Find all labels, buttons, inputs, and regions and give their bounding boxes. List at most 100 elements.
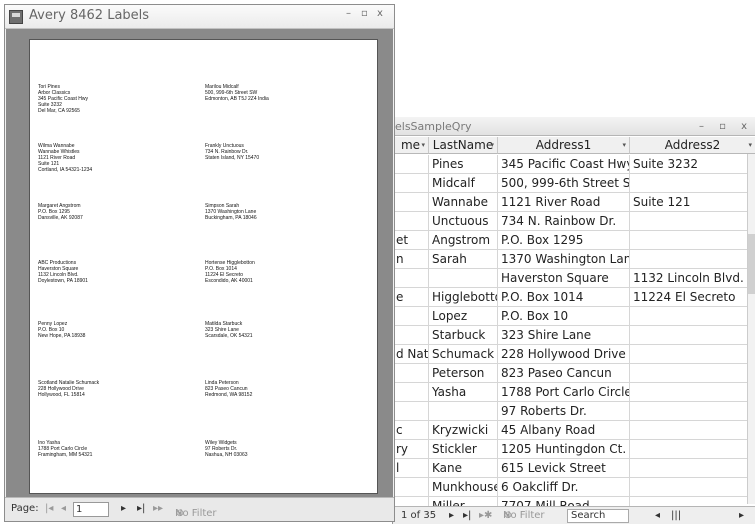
table-cell[interactable]	[630, 478, 755, 497]
first-page-button[interactable]: |◂	[45, 503, 53, 514]
table-cell[interactable]	[630, 364, 755, 383]
table-cell[interactable]	[630, 383, 755, 402]
table-row[interactable]: Haverston Square 1132 Lincoln Blvd.	[393, 269, 755, 288]
table-cell[interactable]	[393, 383, 429, 402]
table-cell[interactable]: P.O. Box 1014	[498, 288, 630, 307]
table-cell[interactable]: P.O. Box 1295	[498, 231, 630, 250]
table-row[interactable]: Wannabe 1121 River Road Suite 121	[393, 193, 755, 212]
table-row[interactable]: d NataSchumack228 Hollywood Drive	[393, 345, 755, 364]
table-cell[interactable]	[393, 402, 429, 421]
next-page-button[interactable]: ▸	[121, 503, 126, 514]
table-cell[interactable]: Kane	[429, 459, 498, 478]
scroll-left-button[interactable]: ◂	[655, 507, 660, 524]
new-record-button[interactable]: ▸✱	[479, 507, 492, 524]
table-cell[interactable]: 1788 Port Carlo Circle	[498, 383, 630, 402]
table-row[interactable]: Yasha 1788 Port Carlo Circle	[393, 383, 755, 402]
table-cell[interactable]	[630, 440, 755, 459]
table-cell[interactable]	[630, 307, 755, 326]
chevron-down-icon[interactable]: ▾	[421, 137, 425, 153]
scroll-right-button[interactable]: ▸	[739, 507, 744, 524]
horizontal-scrollbar-thumb[interactable]: |||	[671, 507, 681, 524]
table-cell[interactable]: 1132 Lincoln Blvd.	[630, 269, 755, 288]
table-cell[interactable]: l	[393, 459, 429, 478]
record-counter[interactable]: 1 of 35	[401, 507, 436, 524]
table-cell[interactable]: Suite 121	[630, 193, 755, 212]
table-cell[interactable]: et	[393, 231, 429, 250]
table-cell[interactable]	[630, 345, 755, 364]
table-row[interactable]: Peterson 823 Paseo Cancun	[393, 364, 755, 383]
table-cell[interactable]: 615 Levick Street	[498, 459, 630, 478]
table-row[interactable]: Unctuous 734 N. Rainbow Dr.	[393, 212, 755, 231]
table-cell[interactable]	[630, 250, 755, 269]
table-cell[interactable]	[429, 402, 498, 421]
table-row[interactable]: n Sarah 1370 Washington Lane	[393, 250, 755, 269]
table-cell[interactable]: Angstrom	[429, 231, 498, 250]
table-cell[interactable]	[393, 212, 429, 231]
preview-titlebar[interactable]: Avery 8462 Labels – ▫ x	[5, 5, 394, 29]
table-row[interactable]: 97 Roberts Dr.	[393, 402, 755, 421]
close-button[interactable]: x	[377, 8, 383, 19]
table-cell[interactable]: 6 Oakcliff Dr.	[498, 478, 630, 497]
table-row[interactable]: Munkhousen6 Oakcliff Dr.	[393, 478, 755, 497]
table-cell[interactable]: Peterson	[429, 364, 498, 383]
query-window-controls[interactable]: – ▫ x	[699, 117, 753, 136]
column-header-lastname[interactable]: LastName ▾	[429, 137, 498, 154]
table-cell[interactable]: c	[393, 421, 429, 440]
table-cell[interactable]	[393, 155, 429, 174]
column-header-firstname[interactable]: me ▾	[393, 137, 429, 154]
table-cell[interactable]: Kryzwicki	[429, 421, 498, 440]
vertical-scrollbar[interactable]	[747, 154, 755, 504]
table-cell[interactable]	[630, 174, 755, 193]
table-cell[interactable]: 500, 999-6th Street SW	[498, 174, 630, 193]
table-row[interactable]: eHigglebottonP.O. Box 101411224 El Secre…	[393, 288, 755, 307]
last-page-button[interactable]: ▸|	[137, 503, 145, 514]
previous-page-button[interactable]: ◂	[61, 503, 66, 514]
last-record-button[interactable]: ▸|	[463, 507, 471, 524]
table-cell[interactable]: 45 Albany Road	[498, 421, 630, 440]
table-cell[interactable]: n	[393, 250, 429, 269]
table-cell[interactable]: Schumack	[429, 345, 498, 364]
table-cell[interactable]: Higglebotton	[429, 288, 498, 307]
table-cell[interactable]: Haverston Square	[498, 269, 630, 288]
table-cell[interactable]: Unctuous	[429, 212, 498, 231]
table-cell[interactable]	[630, 459, 755, 478]
table-cell[interactable]: Yasha	[429, 383, 498, 402]
table-cell[interactable]: Starbuck	[429, 326, 498, 345]
table-cell[interactable]	[393, 478, 429, 497]
table-row[interactable]: Pines 345 Pacific Coast Hwy Suite 3232	[393, 155, 755, 174]
table-row[interactable]: Midcalf 500, 999-6th Street SW	[393, 174, 755, 193]
table-cell[interactable]	[429, 269, 498, 288]
column-header-address2[interactable]: Address2 ▾	[630, 137, 755, 154]
table-cell[interactable]: 323 Shire Lane	[498, 326, 630, 345]
extra-nav-button[interactable]: ▸▸	[153, 503, 163, 514]
table-cell[interactable]: Munkhousen	[429, 478, 498, 497]
table-cell[interactable]: Suite 3232	[630, 155, 755, 174]
table-cell[interactable]: 734 N. Rainbow Dr.	[498, 212, 630, 231]
column-header-address1[interactable]: Address1 ▾	[498, 137, 630, 154]
chevron-down-icon[interactable]: ▾	[748, 137, 752, 153]
table-cell[interactable]: Wannabe	[429, 193, 498, 212]
scrollbar-thumb[interactable]	[748, 234, 755, 294]
table-cell[interactable]	[393, 326, 429, 345]
table-row[interactable]: l Kane 615 Levick Street	[393, 459, 755, 478]
table-cell[interactable]	[393, 269, 429, 288]
table-cell[interactable]	[630, 421, 755, 440]
table-cell[interactable]	[630, 231, 755, 250]
table-cell[interactable]: Midcalf	[429, 174, 498, 193]
table-cell[interactable]	[630, 402, 755, 421]
table-cell[interactable]: Stickler	[429, 440, 498, 459]
table-row[interactable]: et Angstrom P.O. Box 1295	[393, 231, 755, 250]
table-cell[interactable]: e	[393, 288, 429, 307]
table-row[interactable]: c Kryzwicki 45 Albany Road	[393, 421, 755, 440]
table-cell[interactable]: 345 Pacific Coast Hwy	[498, 155, 630, 174]
search-input[interactable]: Search	[567, 509, 629, 523]
table-cell[interactable]: ry	[393, 440, 429, 459]
table-cell[interactable]: 11224 El Secreto	[630, 288, 755, 307]
table-cell[interactable]: 823 Paseo Cancun	[498, 364, 630, 383]
table-cell[interactable]: Sarah	[429, 250, 498, 269]
table-cell[interactable]: 1205 Huntingdon Ct.	[498, 440, 630, 459]
table-row[interactable]: ry Stickler 1205 Huntingdon Ct.	[393, 440, 755, 459]
page-number-input[interactable]: 1	[73, 502, 109, 517]
table-cell[interactable]: 228 Hollywood Drive	[498, 345, 630, 364]
table-cell[interactable]	[630, 326, 755, 345]
